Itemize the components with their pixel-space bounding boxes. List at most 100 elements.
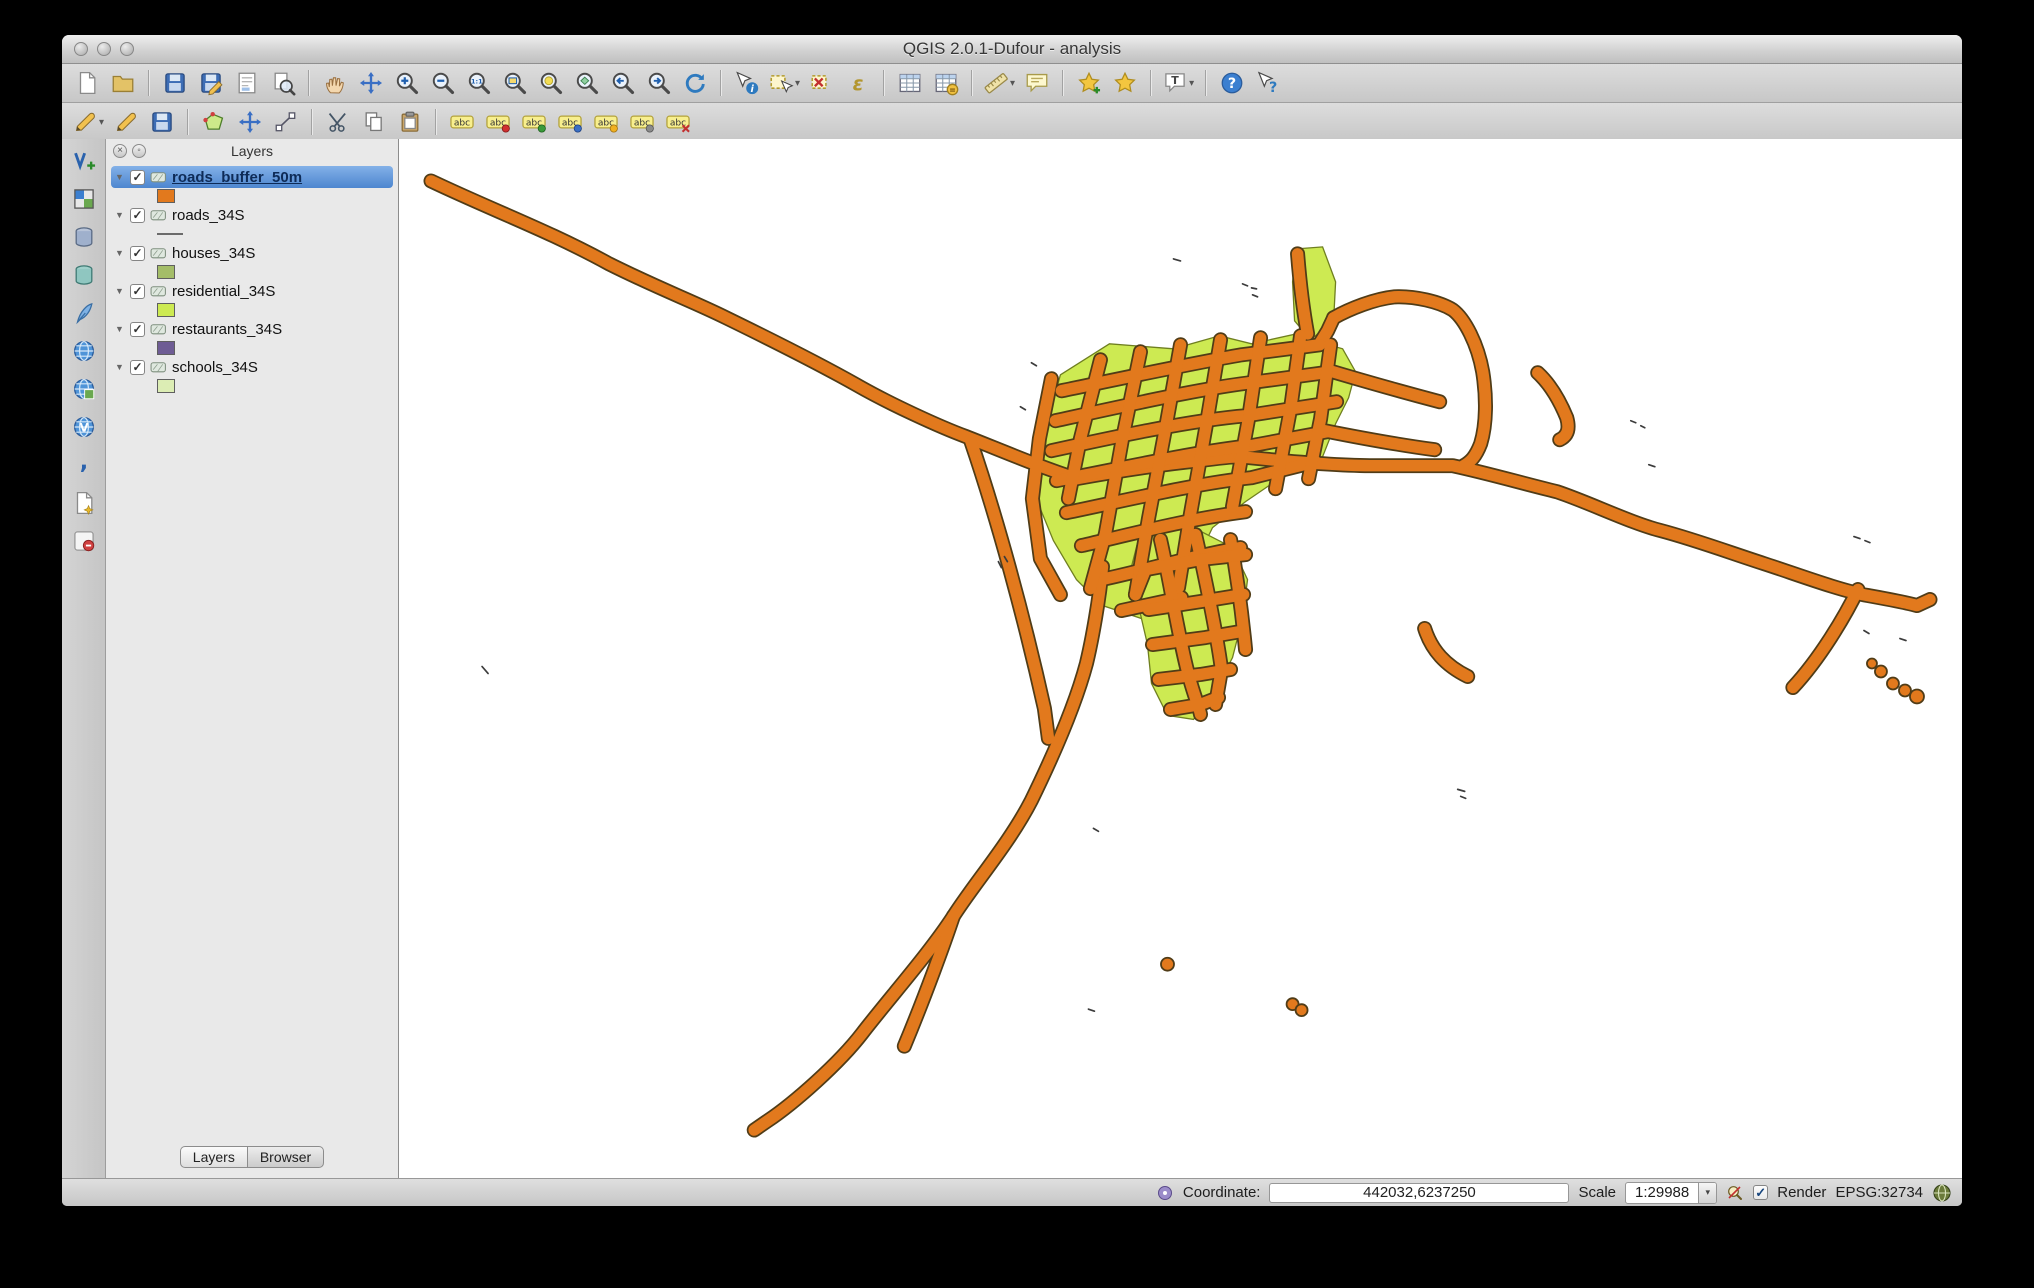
label-show-hide-button[interactable]	[517, 105, 550, 139]
map-canvas[interactable]	[399, 139, 1962, 1178]
layer-expand-icon[interactable]: ▼	[114, 210, 125, 220]
layer-expand-icon[interactable]: ▼	[114, 172, 125, 182]
field-calculator-button[interactable]	[929, 66, 962, 100]
select-by-expression-button[interactable]	[841, 66, 874, 100]
dropdown-arrow-icon: ▾	[1189, 78, 1194, 89]
coordinate-input[interactable]	[1269, 1183, 1569, 1203]
layer-visibility-checkbox[interactable]: ✓	[130, 246, 145, 261]
layer-visibility-checkbox[interactable]: ✓	[130, 322, 145, 337]
open-project-button[interactable]	[106, 66, 139, 100]
scale-dropdown-arrow-icon[interactable]: ▾	[1698, 1183, 1716, 1203]
scale-lock-icon[interactable]	[1726, 1184, 1744, 1202]
move-feature-button[interactable]	[233, 105, 266, 139]
layer-visibility-checkbox[interactable]: ✓	[130, 284, 145, 299]
save-project-button[interactable]	[158, 66, 191, 100]
label-toggle-button[interactable]	[661, 105, 694, 139]
cut-features-button[interactable]	[321, 105, 354, 139]
label-move-button[interactable]	[553, 105, 586, 139]
label-properties-button[interactable]	[625, 105, 658, 139]
panel-float-button[interactable]: ◦	[132, 144, 146, 158]
panel-close-button[interactable]: ×	[113, 144, 127, 158]
new-print-composer-button[interactable]	[230, 66, 263, 100]
zoom-actual-icon	[466, 70, 492, 96]
zoom-to-layer-button[interactable]	[570, 66, 603, 100]
layer-visibility-checkbox[interactable]: ✓	[130, 360, 145, 375]
add-delimited-text-button[interactable]	[67, 449, 101, 481]
new-project-button[interactable]	[70, 66, 103, 100]
deselect-features-button[interactable]	[805, 66, 838, 100]
pan-map-button[interactable]	[318, 66, 351, 100]
layer-labeling-button[interactable]	[445, 105, 478, 139]
composer-manager-button[interactable]	[266, 66, 299, 100]
scale-combobox[interactable]: 1:29988 ▾	[1625, 1182, 1717, 1204]
layer-expand-icon[interactable]: ▼	[114, 324, 125, 334]
title-bar[interactable]: QGIS 2.0.1-Dufour - analysis	[62, 35, 1962, 64]
zoom-window-button[interactable]	[120, 42, 134, 56]
zoom-to-selection-button[interactable]	[534, 66, 567, 100]
zoom-last-button[interactable]	[606, 66, 639, 100]
identify-features-button[interactable]	[730, 66, 763, 100]
minimize-window-button[interactable]	[97, 42, 111, 56]
help-icon	[1219, 70, 1245, 96]
remove-layer-button[interactable]	[67, 525, 101, 557]
zoom-in-button[interactable]	[390, 66, 423, 100]
layer-item-roads_34S[interactable]: ▼✓roads_34S	[111, 204, 393, 226]
add-postgis-layer-button[interactable]	[67, 221, 101, 253]
add-raster-layer-button[interactable]	[67, 183, 101, 215]
node-tool-icon	[273, 109, 299, 135]
text-annotation-button[interactable]: ▾	[1160, 66, 1196, 100]
layer-item-schools_34S[interactable]: ▼✓schools_34S	[111, 356, 393, 378]
close-window-button[interactable]	[74, 42, 88, 56]
zoom-next-button[interactable]	[642, 66, 675, 100]
desktop-backdrop: { "window": { "title": "QGIS 2.0.1-Dufou…	[0, 0, 2034, 1288]
map-tips-button[interactable]	[1020, 66, 1053, 100]
toggle-editing-button[interactable]	[109, 105, 142, 139]
layer-symbol-swatch	[111, 264, 393, 280]
zoom-out-button[interactable]	[426, 66, 459, 100]
measure-button[interactable]: ▾	[981, 66, 1017, 100]
select-features-button[interactable]: ▾	[766, 66, 802, 100]
show-bookmarks-button[interactable]	[1108, 66, 1141, 100]
layer-expand-icon[interactable]: ▼	[114, 362, 125, 372]
new-shapefile-button[interactable]	[67, 487, 101, 519]
layer-expand-icon[interactable]: ▼	[114, 248, 125, 258]
add-wfs-layer-button[interactable]	[67, 411, 101, 443]
whats-this-button[interactable]	[1251, 66, 1284, 100]
layer-visibility-checkbox[interactable]: ✓	[130, 208, 145, 223]
add-feature-button[interactable]	[197, 105, 230, 139]
add-mssql-layer-button[interactable]	[67, 297, 101, 329]
scale-label: Scale	[1578, 1184, 1616, 1201]
layer-visibility-checkbox[interactable]: ✓	[130, 170, 145, 185]
zoom-full-extent-button[interactable]	[498, 66, 531, 100]
tab-browser[interactable]: Browser	[247, 1146, 324, 1168]
save-layer-edits-button[interactable]	[145, 105, 178, 139]
refresh-map-button[interactable]	[678, 66, 711, 100]
pan-to-selection-button[interactable]	[354, 66, 387, 100]
layer-item-residential_34S[interactable]: ▼✓residential_34S	[111, 280, 393, 302]
layer-item-roads_buffer_50m[interactable]: ▼✓roads_buffer_50m	[111, 166, 393, 188]
add-spatialite-layer-button[interactable]	[67, 259, 101, 291]
zoom-actual-size-button[interactable]	[462, 66, 495, 100]
save-project-as-button[interactable]	[194, 66, 227, 100]
open-attribute-table-button[interactable]	[893, 66, 926, 100]
layer-expand-icon[interactable]: ▼	[114, 286, 125, 296]
new-bookmark-button[interactable]	[1072, 66, 1105, 100]
label-pin-button[interactable]	[481, 105, 514, 139]
help-button[interactable]	[1215, 66, 1248, 100]
paste-features-button[interactable]	[393, 105, 426, 139]
label-rotate-button[interactable]	[589, 105, 622, 139]
tab-layers[interactable]: Layers	[180, 1146, 247, 1168]
render-checkbox[interactable]: ✓	[1753, 1185, 1768, 1200]
layer-item-restaurants_34S[interactable]: ▼✓restaurants_34S	[111, 318, 393, 340]
crs-status-icon[interactable]	[1932, 1183, 1952, 1203]
copy-features-button[interactable]	[357, 105, 390, 139]
add-vector-layer-button[interactable]	[67, 145, 101, 177]
label-pin-icon	[485, 109, 511, 135]
layer-tree: ▼✓roads_buffer_50m▼✓roads_34S▼✓houses_34…	[106, 163, 398, 1142]
mouse-position-icon[interactable]	[1156, 1184, 1174, 1202]
add-wms-layer-button[interactable]	[67, 335, 101, 367]
node-tool-button[interactable]	[269, 105, 302, 139]
layer-item-houses_34S[interactable]: ▼✓houses_34S	[111, 242, 393, 264]
current-edits-button[interactable]: ▾	[70, 105, 106, 139]
add-wcs-layer-button[interactable]	[67, 373, 101, 405]
